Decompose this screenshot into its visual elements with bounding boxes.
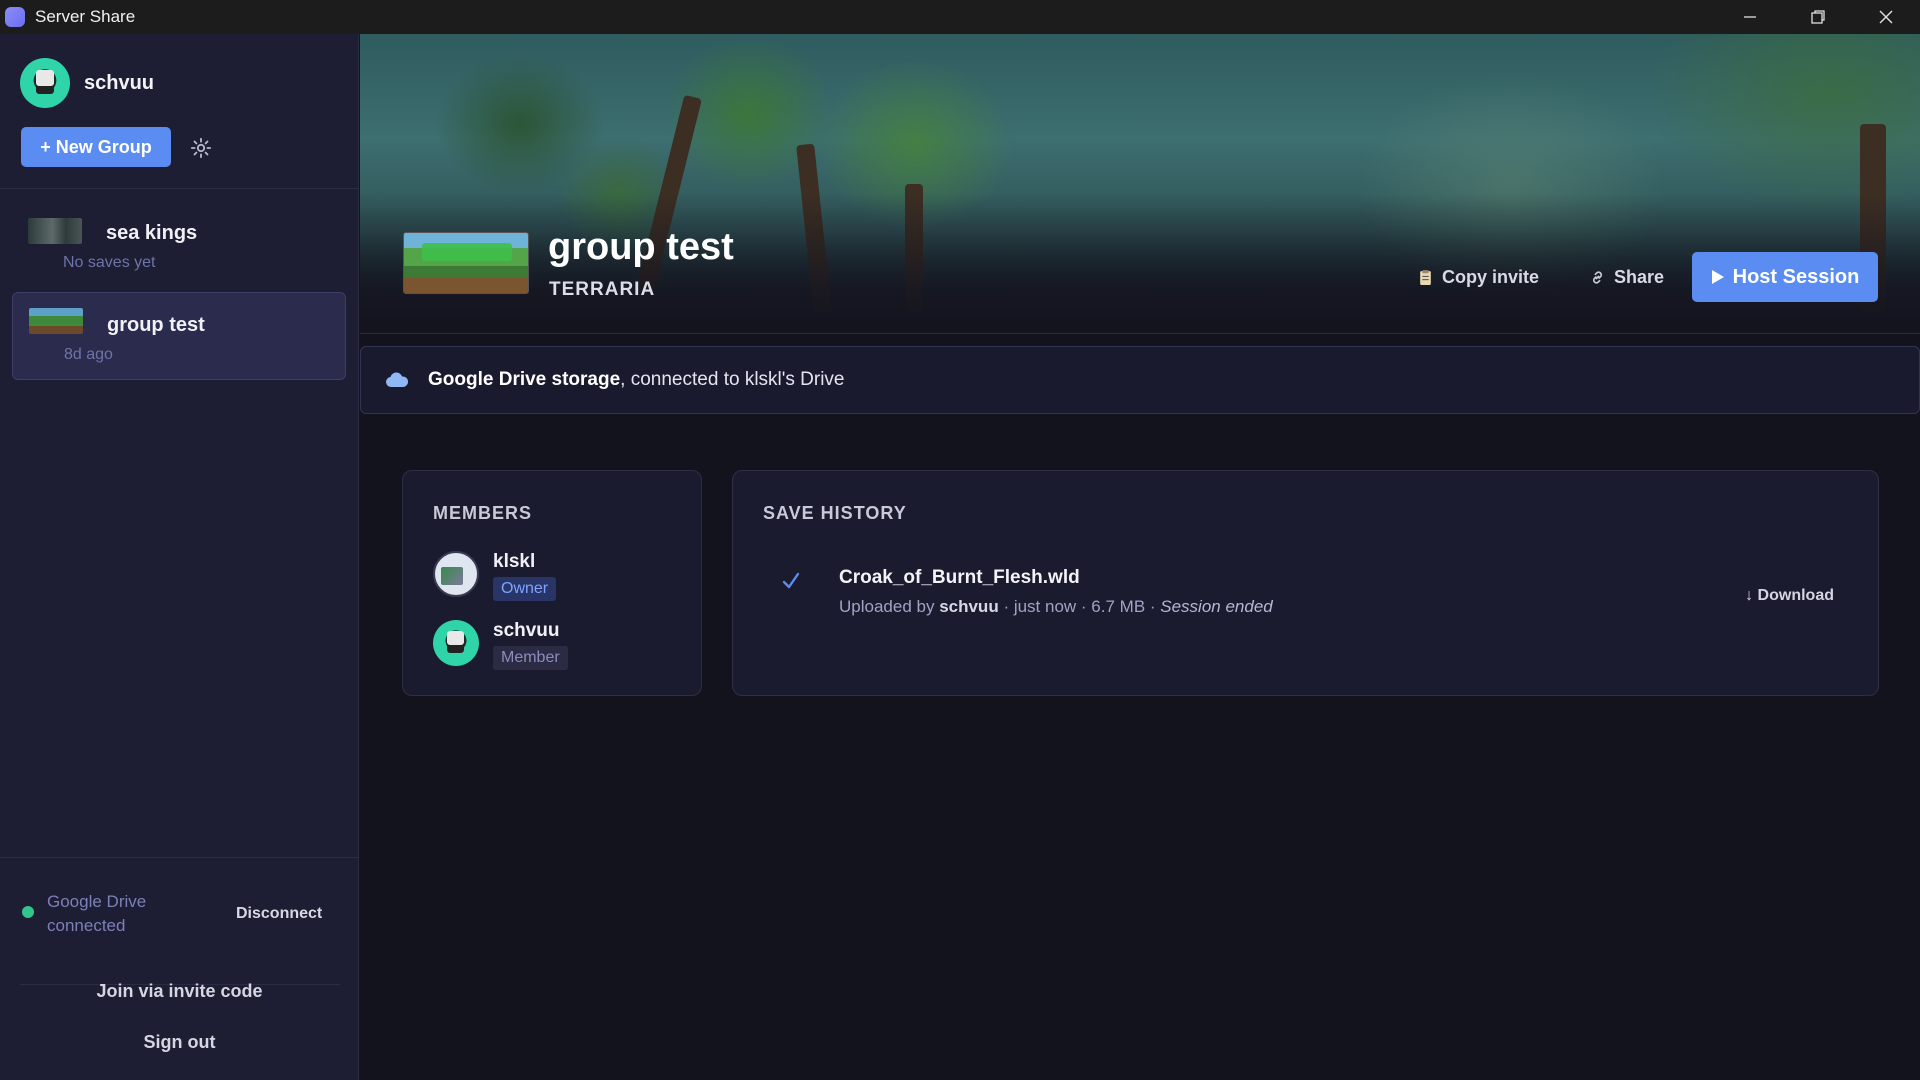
group-thumbnail xyxy=(29,308,83,334)
window-title: Server Share xyxy=(35,7,136,26)
sidebar-divider xyxy=(0,188,359,189)
user-profile[interactable]: schvuu xyxy=(20,58,154,108)
status-dot-icon xyxy=(22,906,34,918)
page-title: group test xyxy=(548,226,734,268)
group-subtitle: 8d ago xyxy=(64,346,113,363)
storage-info-bar: Google Drive storage, connected to klskl… xyxy=(360,346,1920,414)
minimize-icon[interactable] xyxy=(1716,0,1784,34)
avatar xyxy=(20,58,70,108)
role-badge: Owner xyxy=(493,577,557,601)
username: schvuu xyxy=(84,71,155,94)
copy-invite-label: Copy invite xyxy=(1442,267,1540,287)
game-name: TERRARIA xyxy=(549,279,656,300)
play-icon xyxy=(1711,270,1724,284)
save-history-card: SAVE HISTORY Croak_of_Burnt_Flesh.wld Up… xyxy=(732,470,1879,696)
sidebar-group-sea-kings[interactable]: sea kings No saves yet xyxy=(12,204,346,292)
avatar xyxy=(433,620,479,666)
group-name: sea kings xyxy=(106,222,198,244)
group-subtitle: No saves yet xyxy=(63,254,156,271)
banner-divider xyxy=(360,333,1920,334)
restore-icon[interactable] xyxy=(1784,0,1852,34)
storage-provider: Google Drive storage xyxy=(428,369,621,390)
gear-icon[interactable] xyxy=(190,137,212,159)
host-session-label: Host Session xyxy=(1732,265,1860,288)
meta-prefix: Uploaded by xyxy=(839,597,940,616)
new-group-button[interactable]: + New Group xyxy=(21,127,171,167)
disconnect-button[interactable]: Disconnect xyxy=(236,905,322,923)
game-logo xyxy=(403,232,529,294)
share-button[interactable]: Share xyxy=(1589,267,1664,288)
group-name: group test xyxy=(107,314,205,336)
join-invite-button[interactable]: Join via invite code xyxy=(0,981,359,1002)
host-session-button[interactable]: Host Session xyxy=(1692,252,1878,302)
save-file-name: Croak_of_Burnt_Flesh.wld xyxy=(839,567,1080,588)
sidebar-divider xyxy=(0,857,359,858)
member-name: klskl xyxy=(493,551,536,572)
copy-invite-button[interactable]: Copy invite xyxy=(1417,267,1539,288)
avatar xyxy=(433,551,479,597)
group-thumbnail xyxy=(28,218,82,244)
drive-status: Google Drive connected xyxy=(22,890,177,938)
cloud-icon xyxy=(386,372,409,387)
save-history-title: SAVE HISTORY xyxy=(763,503,907,523)
drive-status-text: Google Drive connected xyxy=(47,892,147,935)
sidebar-group-group-test[interactable]: group test 8d ago xyxy=(12,292,346,380)
download-button[interactable]: ↓ Download xyxy=(1745,587,1834,605)
role-badge: Member xyxy=(493,646,568,670)
storage-connection: , connected to klskl's Drive xyxy=(620,369,845,390)
check-icon xyxy=(782,572,800,589)
meta-details: · just now · 6.7 MB · xyxy=(998,597,1161,616)
share-label: Share xyxy=(1614,267,1665,287)
title-bar: Server Share xyxy=(0,0,1920,34)
members-card: MEMBERS klskl Owner schvuu Member xyxy=(402,470,702,696)
member-name: schvuu xyxy=(493,620,560,641)
storage-text: Google Drive storage, connected to klskl… xyxy=(428,369,845,391)
sign-out-button[interactable]: Sign out xyxy=(0,1032,359,1053)
sidebar: schvuu + New Group sea kings No saves ye… xyxy=(0,34,359,1080)
uploader-name: schvuu xyxy=(939,597,999,616)
clipboard-icon xyxy=(1420,270,1431,285)
main-content: group test TERRARIA Copy invite Share Ho… xyxy=(360,34,1920,1080)
window-controls xyxy=(1716,0,1920,34)
app-icon xyxy=(5,7,25,27)
link-icon xyxy=(1592,271,1603,284)
close-icon[interactable] xyxy=(1852,0,1920,34)
save-file-meta: Uploaded by schvuu · just now · 6.7 MB ·… xyxy=(839,597,1273,617)
session-status: Session ended xyxy=(1160,597,1273,616)
members-title: MEMBERS xyxy=(433,503,533,523)
